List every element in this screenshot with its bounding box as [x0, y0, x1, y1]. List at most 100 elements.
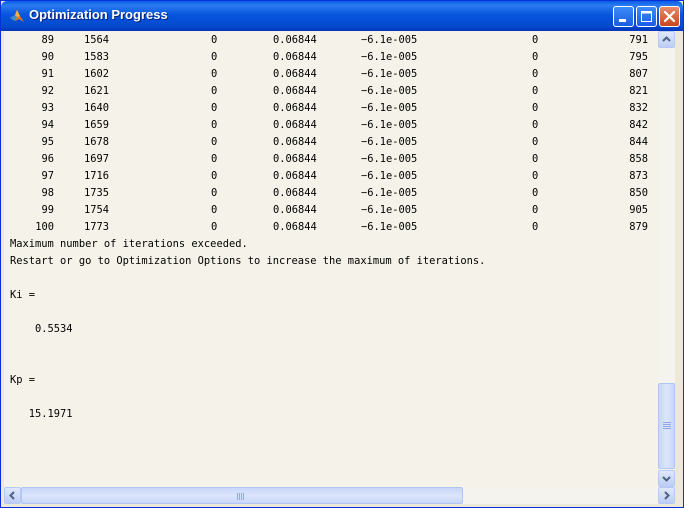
- step-size-cell: 0.06844: [273, 136, 317, 148]
- vertical-scroll-thumb[interactable]: [658, 383, 675, 469]
- func-count-cell: 1754: [84, 204, 110, 216]
- procedure-cell: 850: [629, 187, 648, 199]
- constraint-cell: 0: [211, 51, 218, 63]
- iteration-cell: 99: [41, 204, 54, 216]
- thumb-grip: [243, 493, 244, 500]
- table-row: 91 1602 0 0.06844 −6.1e-005 0 807: [10, 66, 648, 83]
- func-count-cell: 1564: [84, 34, 110, 46]
- procedure-cell: 905: [629, 204, 648, 216]
- constraint-cell: 0: [211, 34, 218, 46]
- step-size-cell: 0.06844: [273, 34, 317, 46]
- step-size-cell: 0.06844: [273, 187, 317, 199]
- derivative-cell: −6.1e-005: [361, 204, 418, 216]
- func-count-cell: 1659: [84, 119, 110, 131]
- step-size-cell: 0.06844: [273, 221, 317, 233]
- console-output-area[interactable]: 89 1564 0 0.06844 −6.1e-005 0 791 90 1583 0 0.0684…: [4, 31, 658, 487]
- table-row: 96 1697 0 0.06844 −6.1e-005 0 858: [10, 151, 648, 168]
- optimality-cell: 0: [532, 102, 539, 114]
- step-size-cell: 0.06844: [273, 204, 317, 216]
- optimality-cell: 0: [532, 153, 539, 165]
- procedure-cell: 821: [629, 85, 648, 97]
- constraint-cell: 0: [211, 102, 218, 114]
- chevron-down-icon: [662, 476, 671, 482]
- constraint-cell: 0: [211, 187, 218, 199]
- func-count-cell: 1716: [84, 170, 110, 182]
- table-row: 98 1735 0 0.06844 −6.1e-005 0 850: [10, 185, 648, 202]
- maximize-icon: [641, 11, 652, 22]
- optimality-cell: 0: [532, 136, 539, 148]
- thumb-grip: [241, 493, 242, 500]
- procedure-cell: 873: [629, 170, 648, 182]
- thumb-grip: [663, 426, 671, 427]
- thumb-grip: [663, 424, 671, 425]
- optimality-cell: 0: [532, 85, 539, 97]
- optimality-cell: 0: [532, 204, 539, 216]
- func-count-cell: 1602: [84, 68, 110, 80]
- procedure-cell: 832: [629, 102, 648, 114]
- constraint-cell: 0: [211, 136, 218, 148]
- iteration-cell: 91: [41, 68, 54, 80]
- table-row: 93 1640 0 0.06844 −6.1e-005 0 832: [10, 100, 648, 117]
- chevron-left-icon: [9, 491, 15, 500]
- horizontal-scrollbar[interactable]: [4, 487, 675, 504]
- minimize-icon: [619, 19, 626, 22]
- kp-label: Kp =: [10, 374, 36, 386]
- thumb-grip: [239, 493, 240, 500]
- func-count-cell: 1640: [84, 102, 110, 114]
- constraint-cell: 0: [211, 68, 218, 80]
- step-size-cell: 0.06844: [273, 85, 317, 97]
- derivative-cell: −6.1e-005: [361, 170, 418, 182]
- optimality-cell: 0: [532, 119, 539, 131]
- thumb-grip: [663, 422, 671, 423]
- derivative-cell: −6.1e-005: [361, 85, 418, 97]
- close-icon: [663, 10, 676, 23]
- close-button[interactable]: [659, 6, 680, 27]
- procedure-cell: 795: [629, 51, 648, 63]
- iteration-cell: 95: [41, 136, 54, 148]
- max-iterations-message: Maximum number of iterations exceeded.: [10, 238, 248, 250]
- procedure-cell: 807: [629, 68, 648, 80]
- restart-message: Restart or go to Optimization Options to…: [10, 255, 486, 267]
- procedure-cell: 791: [629, 34, 648, 46]
- window-title: Optimization Progress: [29, 7, 168, 22]
- iteration-cell: 89: [41, 34, 54, 46]
- title-bar[interactable]: Optimization Progress: [1, 1, 683, 31]
- table-row: 99 1754 0 0.06844 −6.1e-005 0 905: [10, 202, 648, 219]
- iteration-cell: 98: [41, 187, 54, 199]
- derivative-cell: −6.1e-005: [361, 136, 418, 148]
- scroll-left-button[interactable]: [4, 487, 21, 504]
- step-size-cell: 0.06844: [273, 153, 317, 165]
- optimality-cell: 0: [532, 221, 539, 233]
- kp-value: 15.1971: [10, 408, 73, 420]
- iteration-cell: 92: [41, 85, 54, 97]
- minimize-button[interactable]: [613, 6, 634, 27]
- chevron-right-icon: [664, 491, 670, 500]
- optimality-cell: 0: [532, 68, 539, 80]
- step-size-cell: 0.06844: [273, 119, 317, 131]
- derivative-cell: −6.1e-005: [361, 51, 418, 63]
- iteration-cell: 93: [41, 102, 54, 114]
- table-row: 94 1659 0 0.06844 −6.1e-005 0 842: [10, 117, 648, 134]
- derivative-cell: −6.1e-005: [361, 221, 418, 233]
- console-text: 89 1564 0 0.06844 −6.1e-005 0 791 90 1583 0 0.0684…: [10, 32, 648, 423]
- table-row: 100 1773 0 0.06844 −6.1e-005 0 879: [10, 219, 648, 236]
- scroll-down-button[interactable]: [658, 470, 675, 487]
- procedure-cell: 879: [629, 221, 648, 233]
- iteration-cell: 96: [41, 153, 54, 165]
- procedure-cell: 858: [629, 153, 648, 165]
- iteration-cell: 90: [41, 51, 54, 63]
- derivative-cell: −6.1e-005: [361, 34, 418, 46]
- derivative-cell: −6.1e-005: [361, 68, 418, 80]
- vertical-scrollbar[interactable]: [658, 31, 675, 487]
- scroll-up-button[interactable]: [658, 31, 675, 48]
- matlab-icon[interactable]: [9, 8, 25, 24]
- step-size-cell: 0.06844: [273, 51, 317, 63]
- ki-value: 0.5534: [10, 323, 73, 335]
- maximize-button[interactable]: [636, 6, 657, 27]
- constraint-cell: 0: [211, 170, 218, 182]
- scroll-right-button[interactable]: [658, 487, 675, 504]
- step-size-cell: 0.06844: [273, 102, 317, 114]
- horizontal-scroll-thumb[interactable]: [21, 487, 463, 504]
- derivative-cell: −6.1e-005: [361, 153, 418, 165]
- thumb-grip: [663, 428, 671, 429]
